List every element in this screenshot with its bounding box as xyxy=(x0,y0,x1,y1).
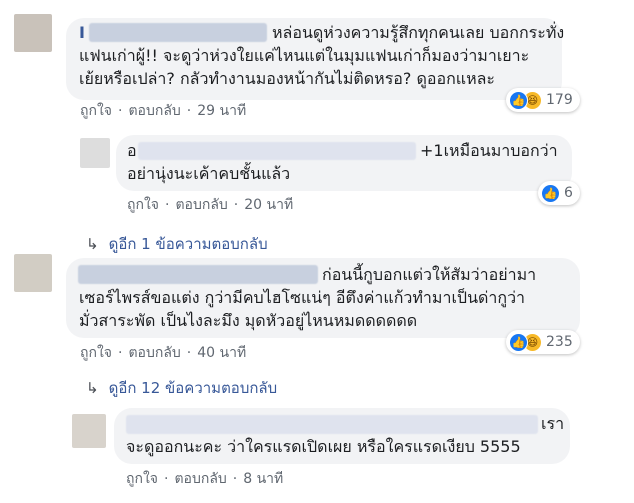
comment-text-line: จะดูออกนะคะ ว่าใครแรดเปิดเผย หรือใครแรดเ… xyxy=(126,437,521,456)
reply-button[interactable]: ตอบกลับ xyxy=(174,471,226,487)
comment-actions: ถูกใจ · ตอบกลับ · 8 นาที xyxy=(126,471,284,487)
like-reaction-icon: 👍 xyxy=(509,90,528,110)
like-button[interactable]: ถูกใจ xyxy=(80,345,112,361)
avatar[interactable] xyxy=(72,414,106,448)
comment-text-line: เย้ยหรือเปล่า? กลัวทำงานมองหน้ากันไม่ติด… xyxy=(79,69,496,88)
like-button[interactable]: ถูกใจ xyxy=(80,103,112,119)
reply-button[interactable]: ตอบกลับ xyxy=(175,197,227,213)
reaction-summary[interactable]: 👍 😆 179 xyxy=(506,88,580,112)
comment-text-line: มั่วสาระพัด เป็นไงละมึง มุดหัวอยู่ไหนหมด… xyxy=(79,311,418,330)
comment-text-lead: อ xyxy=(127,141,137,160)
view-more-replies-link[interactable]: ↳ ดูอีก 1 ข้อความตอบกลับ xyxy=(86,232,268,256)
comment-actions: ถูกใจ · ตอบกลับ · 29 นาที xyxy=(80,103,247,119)
comment-text-line: เซอร์ไพรส์ขอแต่ง กูว่ามีคบไฮโซแน่ๆ อีตึง… xyxy=(79,288,526,307)
redacted-commenter-name xyxy=(89,23,267,42)
commenter-name-initial[interactable]: I xyxy=(79,22,85,44)
reply-button[interactable]: ตอบกลับ xyxy=(128,345,180,361)
reaction-summary[interactable]: 👍 6 xyxy=(538,181,580,205)
redacted-commenter-name xyxy=(126,415,538,434)
view-more-replies-link[interactable]: ↳ ดูอีก 12 ข้อความตอบกลับ xyxy=(86,376,277,400)
timestamp[interactable]: 8 นาที xyxy=(243,471,283,487)
comment-text-line: หล่อนดูห่วงความรู้สึกทุกคนเลย บอกกระทั่ง xyxy=(272,23,565,42)
timestamp[interactable]: 20 นาที xyxy=(244,197,293,213)
comment-text-line: อย่านุ่งนะเค้าคบชั้นแล้ว xyxy=(127,164,291,183)
comment-actions: ถูกใจ · ตอบกลับ · 20 นาที xyxy=(127,197,294,213)
comment-text-line: แฟนเก่าผู้!! จะดูว่าห่วงใยแค่ไหนแต่ในมุม… xyxy=(79,46,530,65)
avatar[interactable] xyxy=(14,254,52,292)
comment-text-line: ก่อนนี้กูบอกแต่วให้สัมว่าอย่ามา xyxy=(322,265,537,284)
comment-text-line: +1เหมือนมาบอกว่า xyxy=(420,141,558,160)
comment-text-line: เรา xyxy=(541,414,565,433)
avatar[interactable] xyxy=(14,14,52,52)
reply-button[interactable]: ตอบกลับ xyxy=(128,103,180,119)
reaction-summary[interactable]: 👍 😆 235 xyxy=(506,330,580,354)
comment-actions: ถูกใจ · ตอบกลับ · 40 นาที xyxy=(80,345,247,361)
timestamp[interactable]: 40 นาที xyxy=(197,345,246,361)
view-more-replies-label: ดูอีก 1 ข้อความตอบกลับ xyxy=(108,235,268,253)
timestamp[interactable]: 29 นาที xyxy=(197,103,246,119)
view-more-replies-label: ดูอีก 12 ข้อความตอบกลับ xyxy=(108,379,278,397)
like-reaction-icon: 👍 xyxy=(509,332,528,352)
like-button[interactable]: ถูกใจ xyxy=(127,197,159,213)
reply-arrow-icon: ↳ xyxy=(86,235,99,253)
redacted-commenter-name xyxy=(138,142,416,160)
reaction-count: 179 xyxy=(546,92,573,108)
reply-arrow-icon: ↳ xyxy=(86,379,99,397)
redacted-commenter-name xyxy=(78,265,318,284)
reaction-count: 235 xyxy=(546,334,573,350)
like-reaction-icon: 👍 xyxy=(541,183,560,203)
like-button[interactable]: ถูกใจ xyxy=(126,471,158,487)
reaction-count: 6 xyxy=(564,185,573,201)
avatar[interactable] xyxy=(80,138,110,168)
